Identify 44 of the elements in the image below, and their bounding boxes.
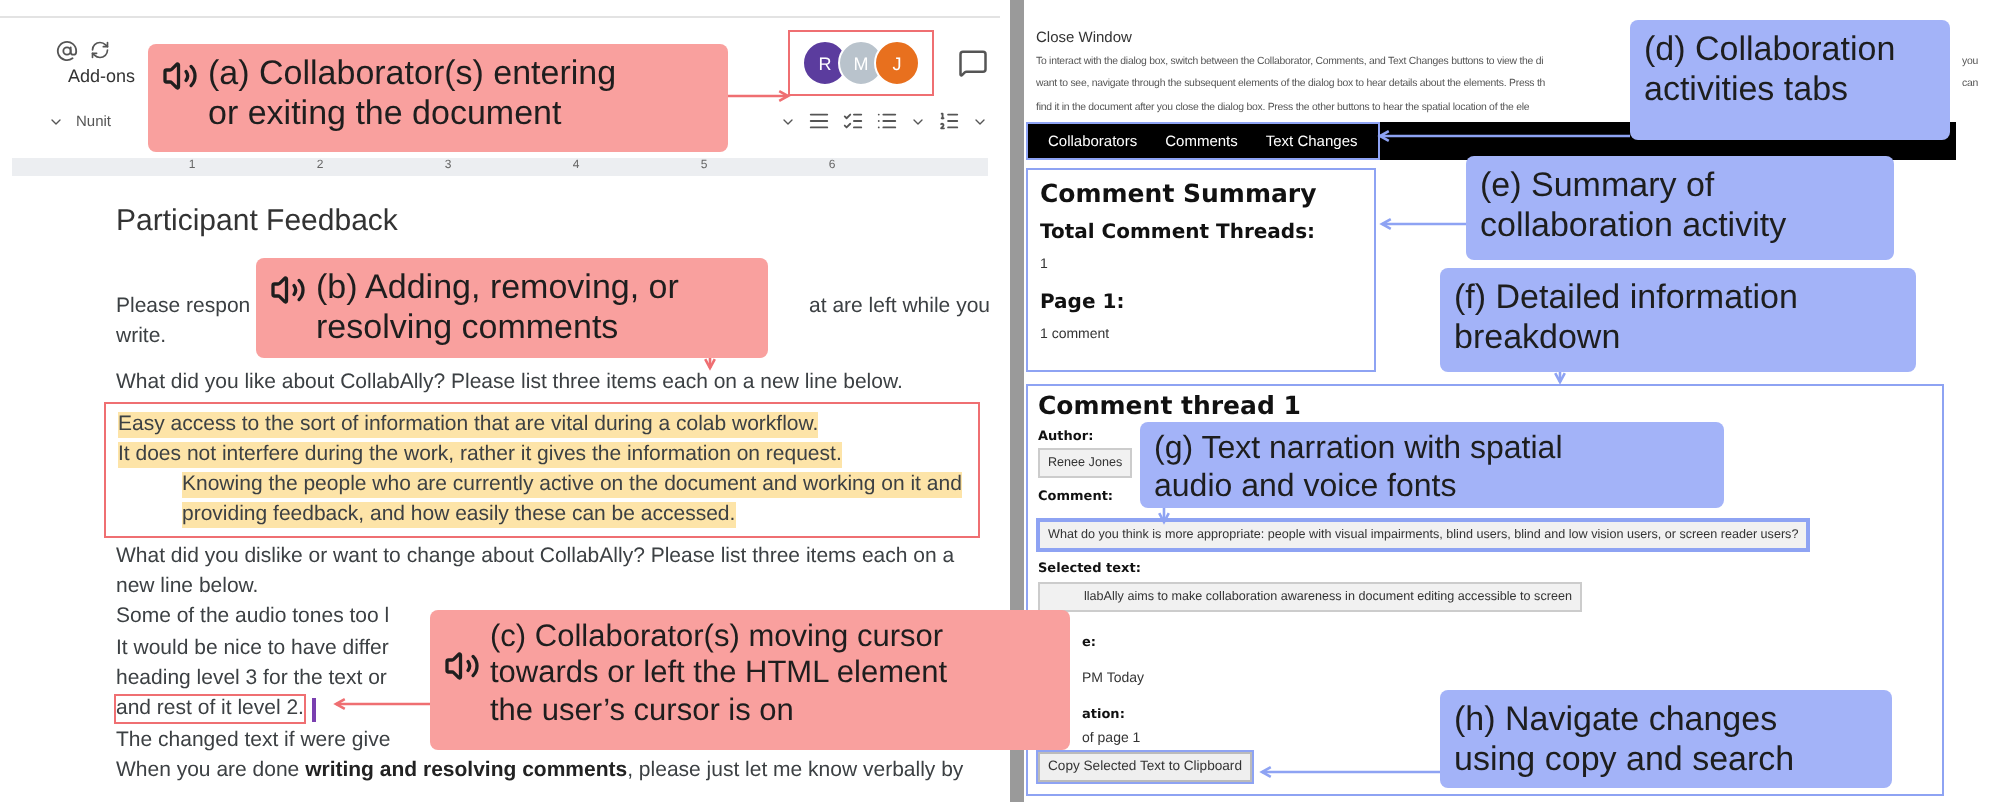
document-text: Easy access to the sort of information that are vital during a colab workflow. [118, 411, 819, 438]
document-text: providing feedback, and how easily these can be accessed. [182, 502, 736, 529]
callout-text: (d) Collaboration activities tabs [1644, 30, 1896, 111]
callout-text: (e) Summary of collaboration activity [1480, 166, 1787, 247]
summary-heading: Comment Summary [1040, 177, 1319, 207]
document-heading: Participant Feedback [116, 203, 400, 240]
document-text: What did you like about CollabAlly? Please list three items each on a new line below. [116, 370, 903, 397]
document-text: new line below. [116, 574, 259, 601]
document-text: at are left while you [809, 293, 990, 320]
menu-item[interactable]: Add-ons [56, 66, 136, 87]
document-text: heading level 3 for the text or [116, 665, 387, 692]
line-spacing-icon[interactable] [808, 110, 830, 133]
bulleted-list-icon[interactable] [876, 110, 898, 133]
document-text: and rest of it level 2. [116, 696, 304, 723]
document-text: Knowing the people who are currently active on the document and working on it and [182, 472, 962, 499]
thread-heading: Comment thread 1 [1038, 389, 1303, 419]
document-text: It does not interfere during the work, rather it gives the information on request. [118, 441, 842, 468]
speaker-icon [444, 648, 480, 684]
document-text: When you are done writing and resolving comments, please just let me know verbally by [116, 757, 964, 784]
document-text: The changed text if were give [116, 727, 391, 754]
speaker-icon [270, 272, 306, 308]
text-cursor-icon [311, 697, 316, 722]
comment-icon[interactable] [958, 48, 988, 79]
callout-text: (g) Text narration with spatial audio and voice fonts [1154, 432, 1563, 508]
callout-text: (f) Detailed information breakdown [1454, 278, 1798, 359]
leader-arrow [333, 698, 430, 710]
callout-text: (c) Collaborator(s) moving cursor towards or left the HTML element the user’s cursor is on [490, 620, 948, 730]
leader-arrow [1379, 218, 1466, 230]
speaker-icon [162, 58, 198, 94]
sync-icon[interactable] [90, 40, 110, 61]
callout-text: (h) Navigate changes using copy and search [1454, 700, 1795, 781]
document-text: write. [116, 323, 167, 350]
field-label: Total Comment Threads: [1040, 221, 1318, 243]
document-text: Please respon [116, 293, 251, 320]
document-text: It would be nice to have differ [116, 635, 389, 662]
document-text: Some of the audio tones too l [116, 604, 390, 631]
callout-text: (b) Adding, removing, or resolving comments [316, 268, 679, 349]
checklist-icon[interactable] [842, 110, 864, 133]
document-text: What did you dislike or want to change about CollabAlly? Please list three items each on a [116, 543, 955, 570]
callout-text: (a) Collaborator(s) entering or exiting the document [208, 54, 617, 135]
mention-icon[interactable] [56, 40, 78, 63]
avatar[interactable]: R [802, 40, 848, 87]
field-label: Page 1: [1040, 291, 1127, 313]
numbered-list-icon[interactable] [938, 110, 960, 133]
